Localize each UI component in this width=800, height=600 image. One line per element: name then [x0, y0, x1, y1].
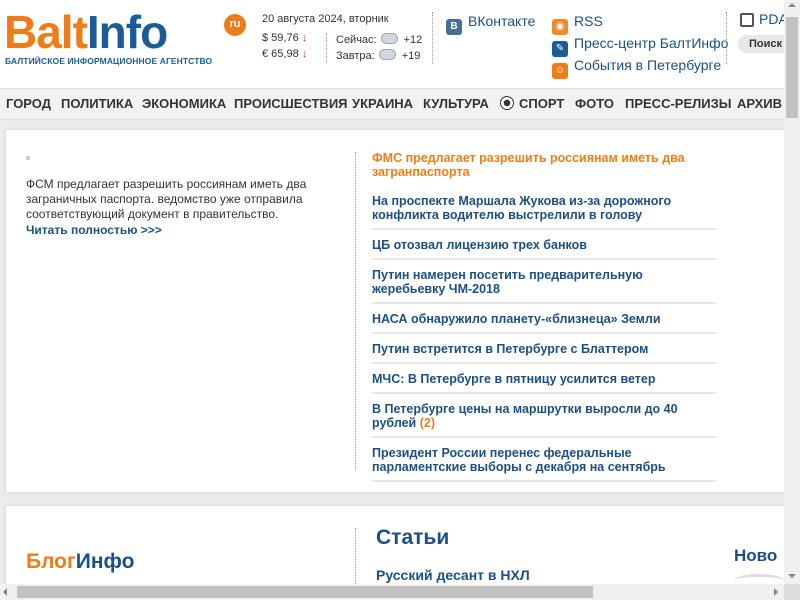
eur-rate: € 65,98 ↓ — [262, 48, 308, 60]
scroll-left-arrow-icon[interactable] — [3, 588, 7, 596]
football-icon — [500, 96, 514, 110]
article-link[interactable]: Русский десант в НХЛ — [376, 567, 530, 583]
articles-heading[interactable]: Статьи — [376, 526, 449, 550]
press-center-icon: ✎ — [552, 41, 568, 57]
search-button[interactable]: Поиск — [738, 35, 784, 53]
read-more-link[interactable]: Читать полностью >>> — [26, 223, 162, 237]
news-item[interactable]: В Петербурге цены на маршрутки выросли д… — [372, 401, 716, 438]
down-arrow-icon: ↓ — [301, 48, 308, 60]
news-item[interactable]: На проспекте Маршала Жукова из-за дорожн… — [372, 193, 716, 230]
news-item[interactable]: ЦБ отозвал лицензию трех банков — [372, 237, 716, 260]
scrollbar-corner — [784, 584, 800, 600]
nav-item-ukraine[interactable]: УКРАИНА — [352, 96, 413, 111]
weather-now: Сейчас: +12 — [336, 33, 423, 46]
scroll-up-arrow-icon[interactable] — [788, 3, 796, 7]
nav-item-incidents[interactable]: ПРОИСШЕСТВИЯ — [234, 96, 348, 111]
main-navigation: ГОРОД ПОЛИТИКА ЭКОНОМИКА ПРОИСШЕСТВИЯ УК… — [0, 88, 784, 120]
divider — [432, 12, 433, 64]
logo-subtitle: БАЛТИЙСКОЕ ИНФОРМАЦИОННОЕ АГЕНТСТВО — [5, 56, 213, 66]
news-item[interactable]: НАСА обнаружило планету-«близнеца» Земли — [372, 311, 716, 334]
cloud-icon — [380, 33, 398, 44]
divider — [326, 33, 327, 63]
weather-tomorrow: Завтра: +19 — [336, 49, 421, 62]
nav-item-sport[interactable]: СПОРТ — [500, 96, 564, 111]
nav-item-economy[interactable]: ЭКОНОМИКА — [142, 96, 226, 111]
down-arrow-icon: ↓ — [301, 32, 308, 44]
horizontal-scrollbar-thumb[interactable] — [17, 586, 593, 598]
news-heading[interactable]: Ново — [734, 546, 777, 566]
page: BaltInfo ru БАЛТИЙСКОЕ ИНФОРМАЦИОННОЕ АГ… — [0, 0, 784, 584]
news-item[interactable]: ФМС предлагает разрешить россиянам иметь… — [372, 150, 716, 185]
events-link[interactable]: ☺ События в Петербурге — [552, 57, 721, 79]
bloginfo-heading[interactable]: БлогИнфо — [26, 550, 134, 574]
nav-item-culture[interactable]: КУЛЬТУРА — [423, 96, 489, 111]
lead-news-text: ФСМ предлагает разрешить россиянам иметь… — [26, 177, 307, 221]
divider — [355, 528, 356, 584]
press-center-link[interactable]: ✎ Пресс-центр БалтИнфо — [552, 35, 728, 57]
news-list: ФМС предлагает разрешить россиянам иметь… — [372, 150, 716, 489]
divider — [355, 152, 356, 470]
scroll-down-arrow-icon[interactable] — [788, 574, 796, 578]
site-logo[interactable]: BaltInfo ru БАЛТИЙСКОЕ ИНФОРМАЦИОННОЕ АГ… — [4, 6, 246, 66]
current-date: 20 августа 2024, вторник — [262, 13, 389, 25]
news-item[interactable]: Президент России перенес федеральные пар… — [372, 445, 716, 482]
nav-item-press-releases[interactable]: ПРЕСС-РЕЛИЗЫ — [625, 96, 731, 111]
nav-item-photo[interactable]: ФОТО — [575, 96, 614, 111]
events-icon: ☺ — [552, 63, 568, 79]
scroll-right-arrow-icon[interactable] — [774, 588, 778, 596]
usd-rate: $ 59,76 ↓ — [262, 32, 308, 44]
logo-ru-badge: ru — [224, 14, 246, 36]
nav-item-city[interactable]: ГОРОД — [6, 96, 51, 111]
news-item[interactable]: МЧС: В Петербурге в пятницу усилится вет… — [372, 371, 716, 394]
rss-link[interactable]: ◉ RSS — [552, 13, 603, 35]
image-placeholder — [26, 156, 30, 160]
vk-link[interactable]: В ВКонтакте — [446, 13, 535, 35]
logo-wordmark: BaltInfo — [4, 6, 168, 58]
pda-icon — [740, 13, 754, 27]
pda-link[interactable]: PDA — [740, 11, 784, 27]
news-item[interactable]: Путин встретится в Петербурге с Блаттеро… — [372, 341, 716, 364]
decorative-swoosh — [734, 574, 784, 584]
news-item[interactable]: Путин намерен посетить предварительную ж… — [372, 267, 716, 304]
vk-icon: В — [446, 19, 462, 35]
rss-icon: ◉ — [552, 19, 568, 35]
nav-item-archive[interactable]: АРХИВ — [737, 96, 782, 111]
nav-item-politics[interactable]: ПОЛИТИКА — [61, 96, 133, 111]
comment-count: (2) — [419, 416, 436, 430]
divider — [726, 12, 727, 64]
vertical-scrollbar-thumb[interactable] — [786, 17, 798, 118]
rain-cloud-icon — [378, 49, 396, 60]
